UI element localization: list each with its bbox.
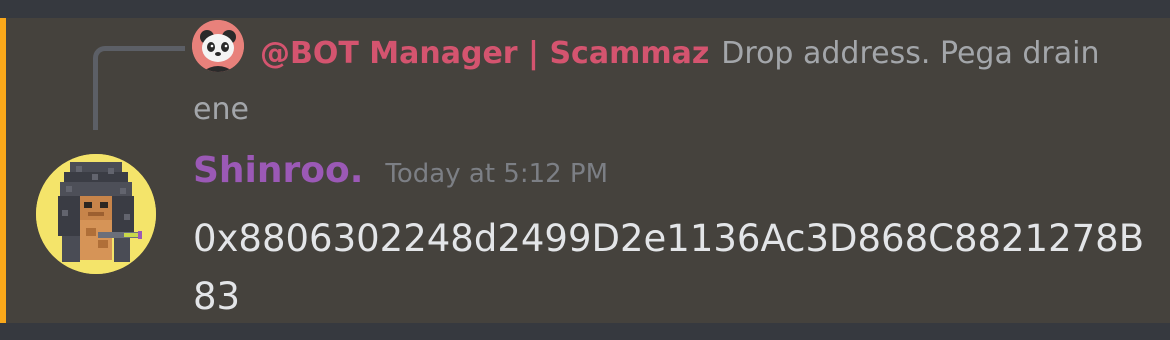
message-timestamp[interactable]: Today at 5:12 PM: [385, 159, 608, 189]
pixel-avatar-graphic: [36, 154, 156, 274]
message-header: Shinroo. Today at 5:12 PM: [193, 150, 608, 200]
reply-author[interactable]: @BOT Manager | Scammaz: [260, 36, 709, 71]
message-item[interactable]: @BOT Manager | Scammaz Drop address. Pega…: [0, 18, 1170, 323]
message-author[interactable]: Shinroo.: [193, 150, 363, 191]
message-content: 0x8806302248d2499D2e1136Ac3D868C8821278B…: [193, 217, 1145, 318]
reply-preview[interactable]: @BOT Manager | Scammaz Drop address. Pega…: [193, 26, 1143, 138]
reply-connector: [93, 46, 185, 130]
pixel-character-avatar-icon[interactable]: [36, 154, 156, 274]
chat-view: @BOT Manager | Scammaz Drop address. Pega…: [0, 0, 1170, 340]
mention-highlight-bar: [0, 18, 6, 323]
